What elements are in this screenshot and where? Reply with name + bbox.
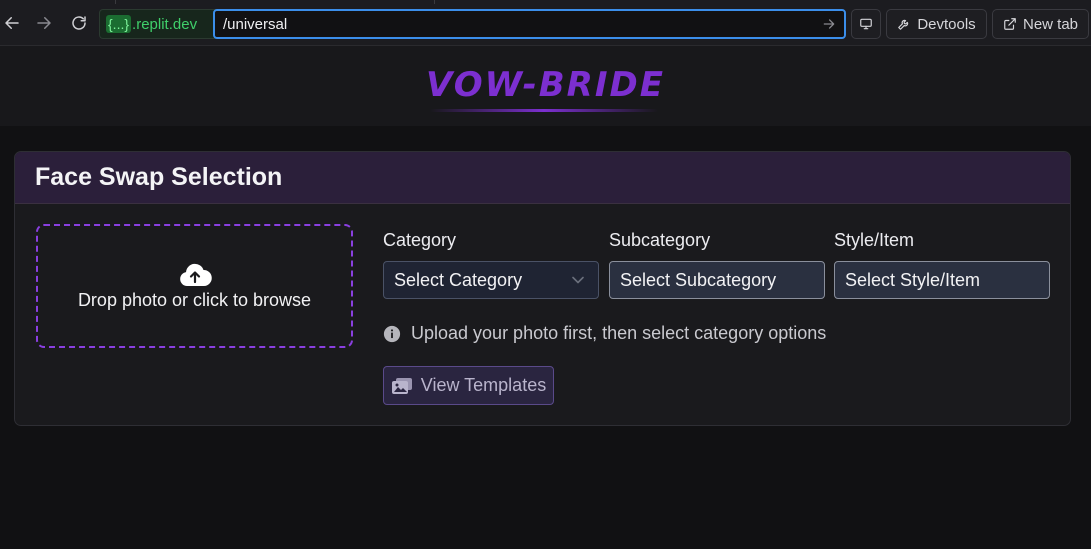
category-select[interactable]: Select Category (383, 261, 599, 299)
style-label: Style/Item (834, 230, 915, 250)
url-domain: .replit.dev (132, 15, 198, 33)
subcategory-select-value: Select Subcategory (620, 269, 777, 290)
forward-button[interactable] (32, 11, 56, 35)
url-go-arrow-icon[interactable] (822, 17, 836, 31)
url-path-text: /universal (223, 15, 288, 33)
info-icon (383, 325, 401, 342)
brand-logo[interactable]: VOW-BRIDE (0, 65, 1091, 105)
category-field: Category Select Category (383, 230, 599, 299)
subcategory-field: Subcategory Select Subcategory (609, 230, 825, 299)
back-arrow-icon (5, 17, 19, 29)
tab-strip-edge (115, 0, 435, 4)
dropzone-text: Drop photo or click to browse (77, 289, 312, 310)
devtools-label: Devtools (917, 15, 976, 33)
style-field: Style/Item Select Style/Item (834, 230, 1050, 299)
reload-button[interactable] (67, 11, 91, 35)
subcategory-label: Subcategory (609, 230, 711, 250)
back-button[interactable] (0, 11, 24, 35)
view-templates-button[interactable]: View Templates (383, 366, 554, 405)
chevron-down-icon (572, 276, 584, 284)
preview-device-button[interactable] (851, 9, 881, 39)
category-label: Category (383, 230, 457, 250)
new-tab-label: New tab (1022, 15, 1079, 33)
style-select[interactable]: Select Style/Item (834, 261, 1050, 299)
new-tab-button[interactable]: New tab (992, 9, 1089, 39)
card-title: Face Swap Selection (35, 163, 283, 191)
style-select-value: Select Style/Item (845, 269, 981, 290)
replit-badge: {...} (106, 15, 132, 33)
upload-hint: Upload your photo first, then select cat… (383, 323, 826, 344)
external-link-icon (1004, 18, 1016, 30)
view-templates-label: View Templates (420, 375, 547, 395)
app-header: VOW-BRIDE (0, 46, 1091, 126)
monitor-icon (860, 18, 872, 30)
photo-dropzone[interactable]: Drop photo or click to browse (36, 224, 353, 348)
reload-icon (72, 16, 86, 30)
subcategory-select[interactable]: Select Subcategory (609, 261, 825, 299)
images-icon (391, 377, 412, 394)
forward-arrow-icon (37, 17, 51, 29)
url-domain-prefix[interactable]: {...} .replit.dev (99, 9, 215, 39)
face-swap-card: Face Swap Selection Drop photo or click … (14, 151, 1071, 426)
brand-underline (430, 109, 658, 112)
devtools-button[interactable]: Devtools (886, 9, 987, 39)
upload-hint-text: Upload your photo first, then select cat… (411, 323, 827, 343)
wrench-icon (898, 19, 909, 30)
category-select-value: Select Category (394, 269, 523, 290)
card-header: Face Swap Selection (15, 152, 1070, 204)
cloud-upload-icon (179, 263, 212, 286)
browser-toolbar: {...} .replit.dev /universal Devtools Ne… (0, 0, 1091, 46)
url-path-input[interactable]: /universal (213, 9, 846, 39)
